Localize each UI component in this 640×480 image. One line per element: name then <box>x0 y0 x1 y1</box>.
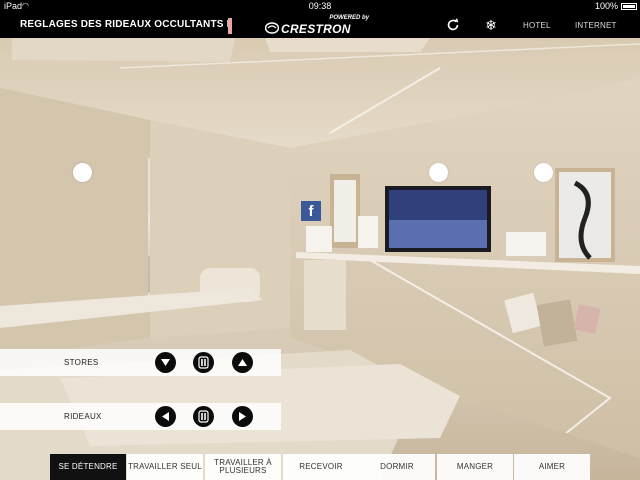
status-time: 09:38 <box>308 1 332 11</box>
battery-icon <box>621 3 637 10</box>
facebook-icon[interactable]: f <box>301 201 321 221</box>
crestron-brand: POWERED by CRESTRON <box>265 15 375 37</box>
crestron-logo-icon <box>265 22 279 34</box>
brand-name: CRESTRON <box>281 22 351 36</box>
battery-percent: 100% <box>594 1 618 11</box>
tab-manger[interactable]: MANGER <box>437 454 513 480</box>
stores-pause-button[interactable] <box>193 352 214 373</box>
tab-recevoir[interactable]: RECEVOIR <box>283 454 359 480</box>
facebook-glyph: f <box>308 203 314 220</box>
snowflake-icon[interactable]: ❄ <box>482 16 500 34</box>
rideaux-control-row: RIDEAUX <box>0 403 281 430</box>
hotspot-tv[interactable] <box>429 163 448 182</box>
title-accent-bar <box>228 18 232 34</box>
tab-travailler-a-plusieurs[interactable]: TRAVAILLER À PLUSIEURS <box>205 454 281 480</box>
pause-icon <box>198 356 209 369</box>
page-title: REGLAGES DES RIDEAUX OCCULTANTS E <box>20 19 228 30</box>
stores-label: STORES <box>64 358 99 367</box>
rideaux-left-button[interactable] <box>155 406 176 427</box>
tab-aimer[interactable]: AIMER <box>514 454 590 480</box>
tab-se-detendre[interactable]: SE DÉTENDRE <box>50 454 126 480</box>
up-arrow-icon <box>238 359 247 366</box>
down-arrow-icon <box>161 359 170 366</box>
right-arrow-icon <box>239 412 246 421</box>
hotspot-frame[interactable] <box>534 163 553 182</box>
rideaux-pause-button[interactable] <box>193 406 214 427</box>
pause-icon <box>198 410 209 423</box>
app-header: REGLAGES DES RIDEAUX OCCULTANTS E POWERE… <box>0 12 640 38</box>
nav-hotel-link[interactable]: HOTEL <box>523 21 551 30</box>
brand-powered-text: POWERED by <box>329 15 369 21</box>
stores-control-row: STORES <box>0 349 281 376</box>
stores-up-button[interactable] <box>232 352 253 373</box>
refresh-icon[interactable] <box>444 16 462 34</box>
tab-travailler-seul[interactable]: TRAVAILLER SEUL <box>127 454 203 480</box>
tab-dormir[interactable]: DORMIR <box>359 454 435 480</box>
hotspot-window[interactable] <box>73 163 92 182</box>
rideaux-label: RIDEAUX <box>64 412 102 421</box>
rideaux-right-button[interactable] <box>232 406 253 427</box>
stores-down-button[interactable] <box>155 352 176 373</box>
status-bar: iPad ◠ 09:38 100% <box>0 0 640 12</box>
left-arrow-icon <box>162 412 169 421</box>
nav-internet-link[interactable]: INTERNET <box>575 21 617 30</box>
